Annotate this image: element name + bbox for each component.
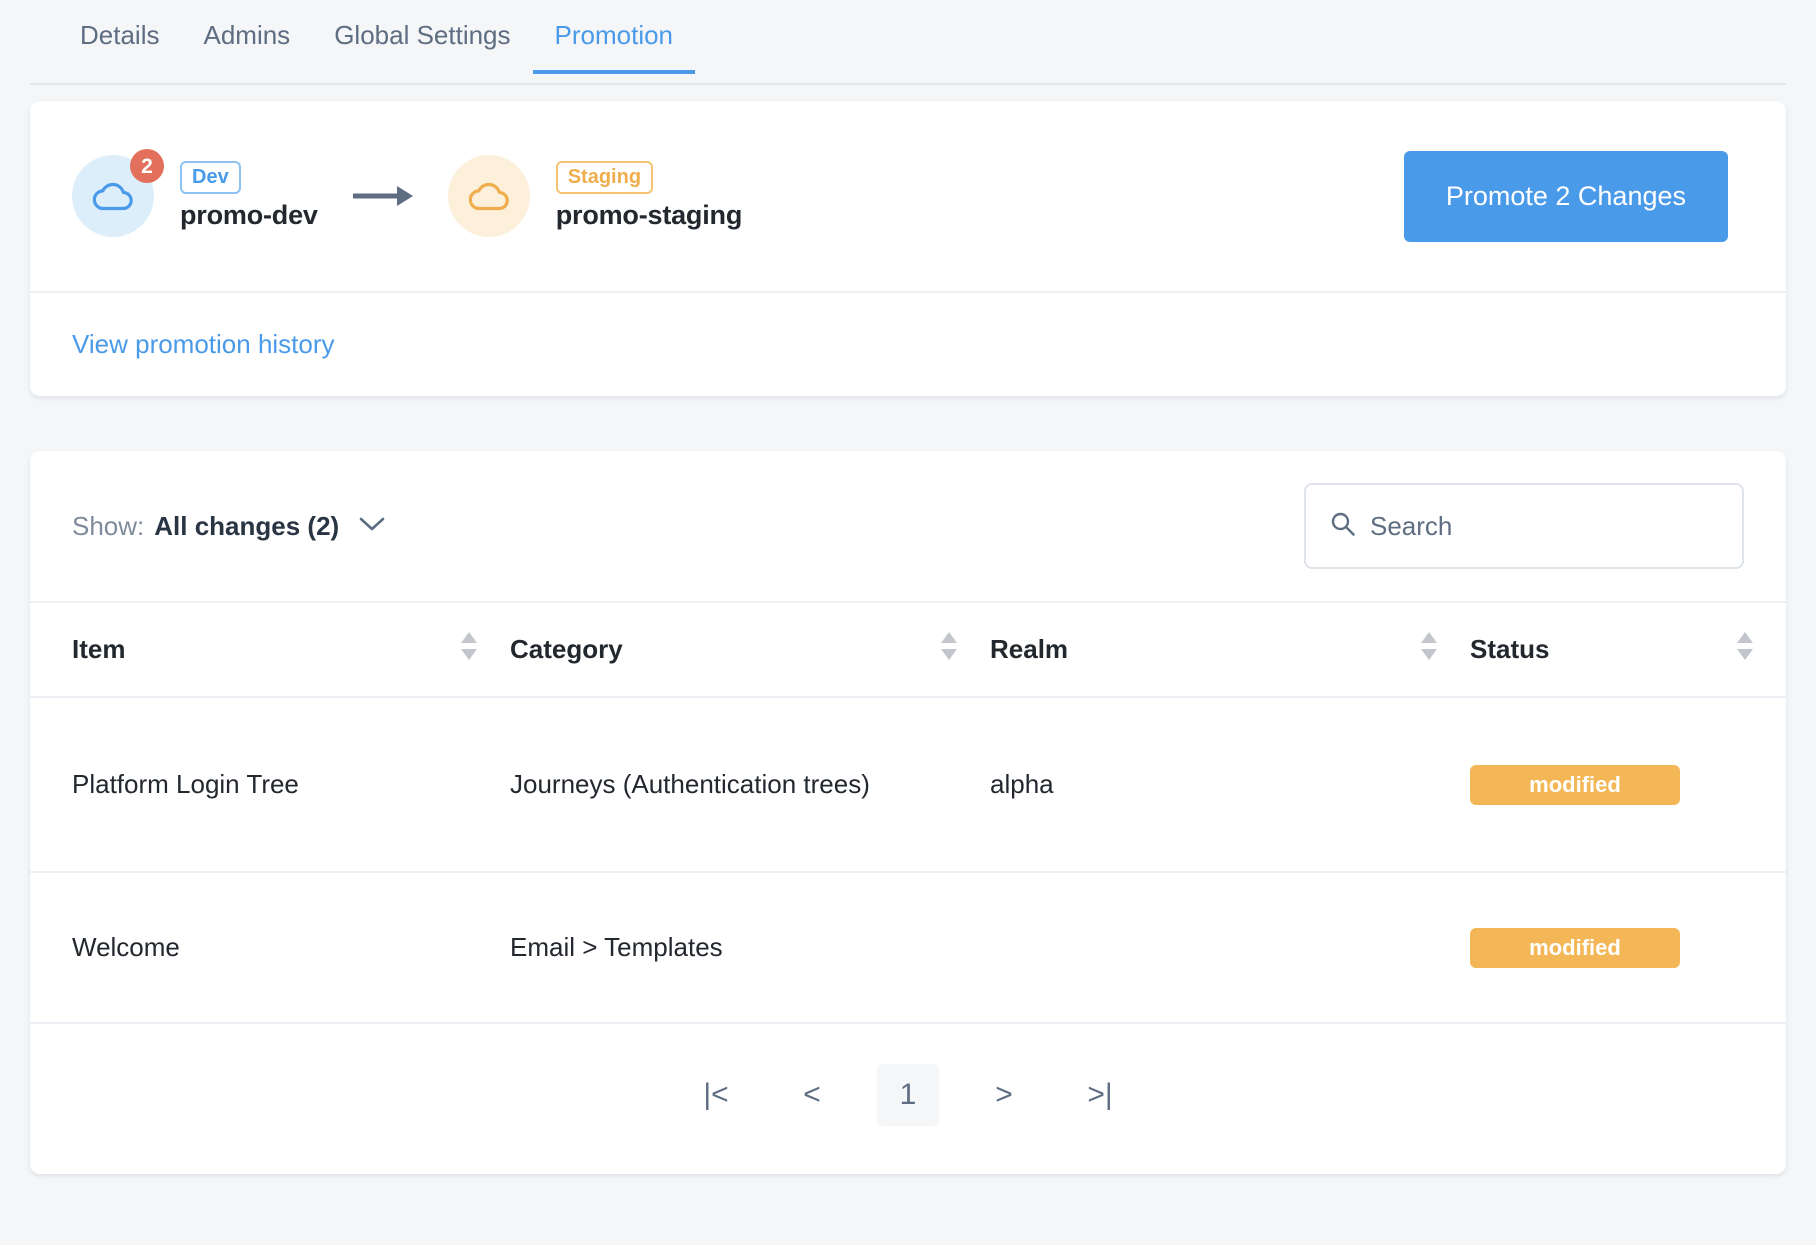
cell-realm bbox=[990, 872, 1470, 1022]
status-badge: modified bbox=[1470, 765, 1680, 805]
cell-status: modified bbox=[1470, 872, 1786, 1022]
pagination: |< < 1 > >| bbox=[30, 1022, 1786, 1174]
changes-card: Show: All changes (2) I bbox=[30, 451, 1786, 1174]
cell-item: Platform Login Tree bbox=[30, 697, 510, 872]
tab-bar: Details Admins Global Settings Promotion bbox=[0, 0, 1816, 85]
cell-category: Journeys (Authentication trees) bbox=[510, 697, 990, 872]
search-icon bbox=[1330, 511, 1356, 542]
status-badge: modified bbox=[1470, 928, 1680, 968]
table-header-row: Item Category bbox=[30, 602, 1786, 697]
sort-icon[interactable] bbox=[938, 629, 990, 670]
cloud-icon bbox=[91, 180, 135, 212]
changes-table: Item Category bbox=[30, 601, 1786, 1022]
show-filter-value: All changes (2) bbox=[154, 511, 339, 542]
column-header-category[interactable]: Category bbox=[510, 602, 990, 697]
promote-changes-button[interactable]: Promote 2 Changes bbox=[1404, 151, 1728, 242]
changes-filter-row: Show: All changes (2) bbox=[30, 451, 1786, 601]
cell-status: modified bbox=[1470, 697, 1786, 872]
column-header-category-label: Category bbox=[510, 634, 623, 665]
pagination-page-1-button[interactable]: 1 bbox=[877, 1064, 939, 1126]
search-input[interactable] bbox=[1370, 511, 1718, 542]
pagination-next-button[interactable]: > bbox=[973, 1064, 1035, 1126]
cell-category: Email > Templates bbox=[510, 872, 990, 1022]
promotion-card: 2 Dev promo-dev Staging bbox=[30, 101, 1786, 396]
changes-table-head: Item Category bbox=[30, 602, 1786, 697]
pagination-prev-button[interactable]: < bbox=[781, 1064, 843, 1126]
promotion-summary-row: 2 Dev promo-dev Staging bbox=[30, 101, 1786, 291]
column-header-item-label: Item bbox=[72, 634, 125, 665]
arrow-right-icon bbox=[351, 183, 415, 209]
show-filter-label: Show: bbox=[72, 511, 144, 542]
cloud-icon bbox=[467, 180, 511, 212]
source-environment-text: Dev promo-dev bbox=[180, 161, 318, 231]
table-row[interactable]: Platform Login Tree Journeys (Authentica… bbox=[30, 697, 1786, 872]
promotion-arrow-wrap bbox=[318, 183, 448, 209]
search-box[interactable] bbox=[1304, 483, 1744, 569]
tab-admins[interactable]: Admins bbox=[181, 0, 312, 74]
tab-promotion[interactable]: Promotion bbox=[533, 0, 696, 74]
column-header-status[interactable]: Status bbox=[1470, 602, 1786, 697]
tab-global-settings[interactable]: Global Settings bbox=[312, 0, 532, 74]
chevron-down-icon bbox=[359, 516, 385, 537]
source-cloud-wrap: 2 bbox=[72, 155, 154, 237]
promotion-history-row: View promotion history bbox=[30, 293, 1786, 396]
pagination-first-button[interactable]: |< bbox=[685, 1064, 747, 1126]
target-environment: Staging promo-staging bbox=[448, 155, 742, 237]
changes-table-body: Platform Login Tree Journeys (Authentica… bbox=[30, 697, 1786, 1022]
pending-changes-badge: 2 bbox=[130, 149, 164, 183]
tab-details[interactable]: Details bbox=[58, 0, 181, 74]
column-header-realm-label: Realm bbox=[990, 634, 1068, 665]
cell-realm: alpha bbox=[990, 697, 1470, 872]
target-environment-name: promo-staging bbox=[556, 200, 742, 231]
column-header-item[interactable]: Item bbox=[30, 602, 510, 697]
target-cloud-circle bbox=[448, 155, 530, 237]
table-row[interactable]: Welcome Email > Templates modified bbox=[30, 872, 1786, 1022]
target-cloud-wrap bbox=[448, 155, 530, 237]
source-environment: 2 Dev promo-dev bbox=[72, 155, 318, 237]
cell-item: Welcome bbox=[30, 872, 510, 1022]
column-header-status-label: Status bbox=[1470, 634, 1549, 665]
source-environment-tag: Dev bbox=[180, 161, 241, 194]
target-environment-tag: Staging bbox=[556, 161, 653, 194]
source-environment-name: promo-dev bbox=[180, 200, 318, 231]
sort-icon[interactable] bbox=[1418, 629, 1470, 670]
sort-icon[interactable] bbox=[1734, 629, 1786, 670]
view-promotion-history-link[interactable]: View promotion history bbox=[72, 329, 335, 359]
column-header-realm[interactable]: Realm bbox=[990, 602, 1470, 697]
sort-icon[interactable] bbox=[458, 629, 510, 670]
target-environment-text: Staging promo-staging bbox=[556, 161, 742, 231]
pagination-last-button[interactable]: >| bbox=[1069, 1064, 1131, 1126]
show-filter-dropdown[interactable]: Show: All changes (2) bbox=[72, 511, 385, 542]
